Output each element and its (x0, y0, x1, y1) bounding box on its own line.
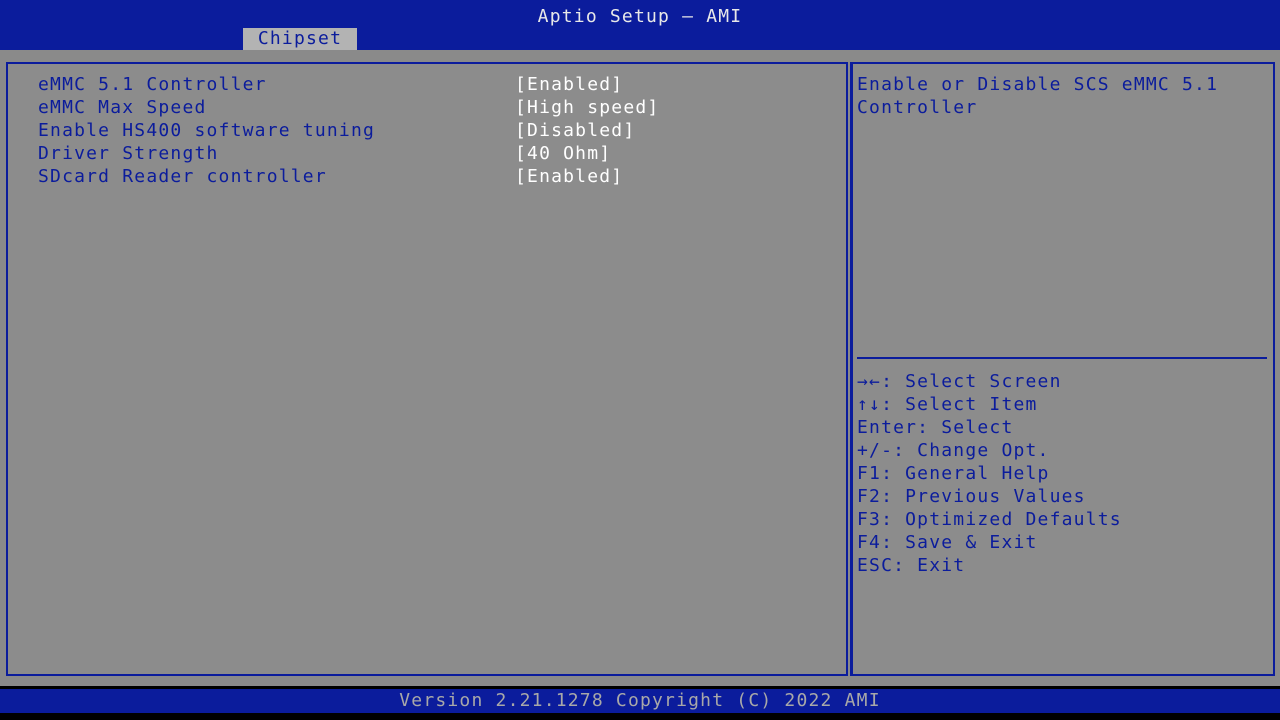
setting-value[interactable]: [Disabled] (515, 119, 635, 142)
setting-value[interactable]: [40 Ohm] (515, 142, 611, 165)
key-legend-esc-exit: ESC: Exit (857, 555, 966, 576)
setting-row-emmc-max-speed[interactable]: eMMC Max Speed [High speed] (38, 96, 838, 119)
key-legend-select-item: ↑↓: Select Item (857, 394, 1038, 415)
key-legend-previous-values: F2: Previous Values (857, 486, 1086, 507)
setting-row-hs400-tuning[interactable]: Enable HS400 software tuning [Disabled] (38, 119, 838, 142)
tab-chipset[interactable]: Chipset (243, 28, 357, 50)
key-legend-select-screen: →←: Select Screen (857, 371, 1062, 392)
key-legend-save-exit: F4: Save & Exit (857, 532, 1038, 553)
setting-label: SDcard Reader controller (38, 166, 327, 187)
setting-label: eMMC Max Speed (38, 97, 207, 118)
version-footer: Version 2.21.1278 Copyright (C) 2022 AMI (399, 690, 881, 711)
setting-row-driver-strength[interactable]: Driver Strength [40 Ohm] (38, 142, 838, 165)
setting-value[interactable]: [High speed] (515, 96, 659, 119)
key-legend-enter: Enter: Select (857, 417, 1014, 438)
help-divider (857, 357, 1267, 359)
app-title: Aptio Setup – AMI (537, 6, 743, 27)
setting-row-emmc-controller[interactable]: eMMC 5.1 Controller [Enabled] (38, 73, 838, 96)
key-legend-optimized-defaults: F3: Optimized Defaults (857, 509, 1122, 530)
key-legend-general-help: F1: General Help (857, 463, 1050, 484)
setting-row-sdcard-reader[interactable]: SDcard Reader controller [Enabled] (38, 165, 838, 188)
setting-label: eMMC 5.1 Controller (38, 74, 267, 95)
key-legend-change-opt: +/-: Change Opt. (857, 440, 1050, 461)
setting-label: Driver Strength (38, 143, 219, 164)
setting-label: Enable HS400 software tuning (38, 120, 376, 141)
key-legend: →←: Select Screen ↑↓: Select Item Enter:… (857, 370, 1267, 577)
setting-value[interactable]: [Enabled] (515, 165, 623, 188)
help-description: Enable or Disable SCS eMMC 5.1 Controlle… (857, 74, 1231, 118)
help-panel (850, 62, 1275, 676)
setting-value[interactable]: [Enabled] (515, 73, 623, 96)
